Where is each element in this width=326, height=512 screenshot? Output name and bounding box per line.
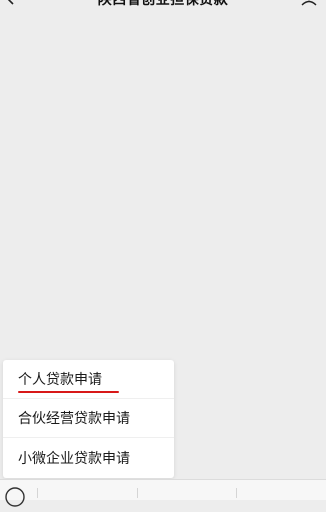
tab-divider bbox=[37, 488, 38, 498]
page-title: 陕西省创业担保贷款 bbox=[97, 0, 229, 8]
selected-underline bbox=[18, 391, 119, 393]
tab-divider bbox=[236, 488, 237, 498]
menu-item-label: 个人贷款申请 bbox=[18, 372, 102, 388]
menu-item-small-business-loan[interactable]: 小微企业贷款申请 bbox=[3, 438, 174, 477]
menu-item-label: 小微企业贷款申请 bbox=[18, 450, 130, 467]
menu-item-partnership-loan[interactable]: 合伙经营贷款申请 bbox=[3, 399, 174, 438]
navigation-bar: 陕西省创业担保贷款 bbox=[0, 0, 326, 8]
keyboard-toggle-icon[interactable] bbox=[4, 486, 26, 508]
menu-item-label: 合伙经营贷款申请 bbox=[18, 411, 130, 427]
popup-menu: 个人贷款申请 合伙经营贷款申请 小微企业贷款申请 bbox=[3, 360, 174, 478]
tab-divider bbox=[137, 488, 138, 498]
bottom-menu-bar bbox=[0, 479, 326, 507]
user-profile-icon[interactable] bbox=[300, 0, 318, 6]
menu-item-personal-loan[interactable]: 个人贷款申请 bbox=[3, 360, 174, 399]
